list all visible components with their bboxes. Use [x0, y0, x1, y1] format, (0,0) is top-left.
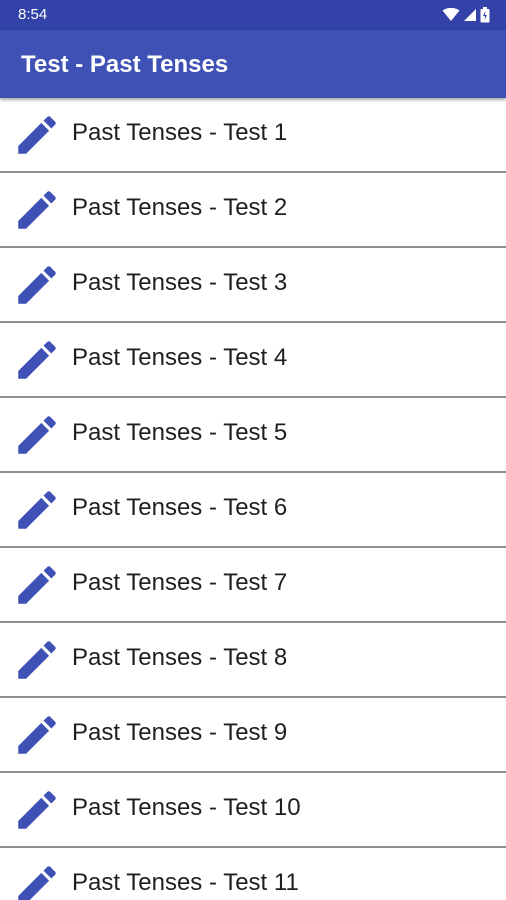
status-time: 8:54 [18, 6, 48, 23]
list-item-label: Past Tenses - Test 10 [72, 794, 301, 821]
list-item[interactable]: Past Tenses - Test 7 [0, 548, 506, 623]
pencil-icon [12, 635, 62, 685]
list-item[interactable]: Past Tenses - Test 5 [0, 398, 506, 473]
list-item[interactable]: Past Tenses - Test 8 [0, 623, 506, 698]
list-item[interactable]: Past Tenses - Test 4 [0, 323, 506, 398]
list-item-label: Past Tenses - Test 11 [72, 869, 299, 896]
status-bar: 8:54 [0, 0, 506, 30]
pencil-icon [12, 410, 62, 460]
pencil-icon [12, 335, 62, 385]
list-item[interactable]: Past Tenses - Test 1 [0, 98, 506, 173]
page-title: Test - Past Tenses [21, 51, 229, 78]
pencil-icon [12, 110, 62, 160]
list-item-label: Past Tenses - Test 8 [72, 644, 288, 671]
pencil-icon [12, 185, 62, 235]
list-item-label: Past Tenses - Test 9 [72, 719, 288, 746]
pencil-icon [12, 785, 62, 835]
list-item-label: Past Tenses - Test 5 [72, 419, 288, 446]
battery-icon [480, 7, 490, 23]
list-item-label: Past Tenses - Test 2 [72, 194, 288, 221]
list-item[interactable]: Past Tenses - Test 6 [0, 473, 506, 548]
app-bar: Test - Past Tenses [0, 30, 506, 98]
list-item[interactable]: Past Tenses - Test 10 [0, 773, 506, 848]
list-item[interactable]: Past Tenses - Test 2 [0, 173, 506, 248]
list-item-label: Past Tenses - Test 7 [72, 569, 288, 596]
list-item[interactable]: Past Tenses - Test 11 [0, 848, 506, 900]
list-item-label: Past Tenses - Test 3 [72, 269, 288, 296]
signal-icon [463, 8, 477, 22]
pencil-icon [12, 560, 62, 610]
list-item[interactable]: Past Tenses - Test 3 [0, 248, 506, 323]
pencil-icon [12, 710, 62, 760]
wifi-icon [442, 8, 460, 22]
list-item[interactable]: Past Tenses - Test 9 [0, 698, 506, 773]
list-item-label: Past Tenses - Test 1 [72, 119, 288, 146]
pencil-icon [12, 860, 62, 900]
list-item-label: Past Tenses - Test 4 [72, 344, 288, 371]
status-icons [442, 6, 490, 24]
pencil-icon [12, 260, 62, 310]
test-list[interactable]: Past Tenses - Test 1 Past Tenses - Test … [0, 98, 506, 900]
pencil-icon [12, 485, 62, 535]
list-item-label: Past Tenses - Test 6 [72, 494, 288, 521]
